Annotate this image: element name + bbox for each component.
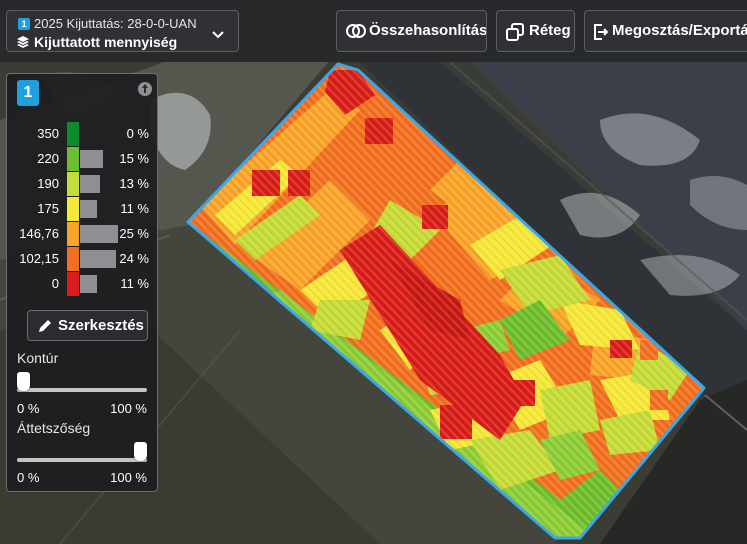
legend-share-bar xyxy=(80,150,103,168)
legend-value-label: 175 xyxy=(37,201,59,216)
compare-icon xyxy=(346,24,366,38)
legend-percent-label: 11 % xyxy=(120,276,149,291)
chevron-down-icon xyxy=(212,26,224,44)
legend-percent-label: 25 % xyxy=(119,226,149,241)
legend-value-label: 190 xyxy=(37,176,59,191)
legend-share-bar xyxy=(80,175,100,193)
opacity-max-label: 100 % xyxy=(110,470,147,485)
share-export-button[interactable]: Megosztás/Exportálás xyxy=(584,10,747,52)
legend-row: 350 0 % xyxy=(7,122,159,146)
legend-color-swatch xyxy=(67,197,79,221)
legend-row: 175 11 % xyxy=(7,197,159,221)
legend-value-label: 350 xyxy=(37,126,59,141)
layer-button-label: Réteg xyxy=(529,22,571,39)
contour-slider-thumb[interactable] xyxy=(17,372,30,391)
opacity-min-label: 0 % xyxy=(17,470,40,485)
edit-button[interactable]: Szerkesztés xyxy=(27,310,148,341)
legend-row: 220 15 % xyxy=(7,147,159,171)
legend-value-label: 220 xyxy=(37,151,59,166)
legend-share-bar xyxy=(80,225,118,243)
contour-label: Kontúr xyxy=(17,350,59,366)
legend-color-swatch xyxy=(67,122,79,146)
layer-select-title: Kijuttatott mennyiség xyxy=(34,34,178,50)
edit-button-label: Szerkesztés xyxy=(58,317,144,334)
compare-button-label: Összehasonlítás xyxy=(369,22,487,39)
legend-value-label: 102,15 xyxy=(19,251,59,266)
copy-layer-icon xyxy=(506,23,524,41)
legend-share-bar xyxy=(80,200,97,218)
layer-button[interactable]: Réteg xyxy=(496,10,575,52)
legend-value-label: 0 xyxy=(51,276,59,291)
layers-icon xyxy=(17,35,29,53)
legend-layer-badge: 1 xyxy=(17,80,39,106)
legend-share-bar xyxy=(80,275,97,293)
legend-color-swatch xyxy=(67,172,79,196)
pencil-icon xyxy=(39,320,51,332)
legend-color-swatch xyxy=(67,147,79,171)
layer-select[interactable]: 1 2025 Kijuttatás: 28-0-0-UAN Kijuttatot… xyxy=(6,10,239,52)
export-icon xyxy=(594,24,609,40)
legend-panel: 1 350 0 % 220 15 % 190 13 % 175 11 % 146,76 25 % 1… xyxy=(6,73,158,492)
layer-select-subtitle: 2025 Kijuttatás: 28-0-0-UAN xyxy=(34,16,197,31)
opacity-slider[interactable] xyxy=(17,442,147,462)
legend-value-label: 146,76 xyxy=(19,226,59,241)
legend-color-swatch xyxy=(67,222,79,246)
legend-percent-label: 0 % xyxy=(126,126,149,141)
legend-percent-label: 24 % xyxy=(119,251,149,266)
legend-row: 102,15 24 % xyxy=(7,247,159,271)
legend-color-swatch xyxy=(67,247,79,271)
top-toolbar: 1 2025 Kijuttatás: 28-0-0-UAN Kijuttatot… xyxy=(0,0,747,62)
opacity-slider-thumb[interactable] xyxy=(134,442,147,461)
contour-min-label: 0 % xyxy=(17,401,40,416)
contour-max-label: 100 % xyxy=(110,401,147,416)
legend-percent-label: 13 % xyxy=(119,176,149,191)
pin-icon[interactable] xyxy=(137,81,153,102)
compare-button[interactable]: Összehasonlítás xyxy=(336,10,487,52)
opacity-label: Áttetszőség xyxy=(17,420,91,436)
layer-number-badge: 1 xyxy=(18,18,30,30)
legend-share-bar xyxy=(80,250,117,268)
legend-row: 0 11 % xyxy=(7,272,159,296)
legend-percent-label: 15 % xyxy=(119,151,149,166)
legend-row: 190 13 % xyxy=(7,172,159,196)
share-export-button-label: Megosztás/Exportálás xyxy=(612,22,747,39)
legend-color-swatch xyxy=(67,272,79,296)
legend-row: 146,76 25 % xyxy=(7,222,159,246)
legend-percent-label: 11 % xyxy=(120,201,149,216)
contour-slider[interactable] xyxy=(17,372,147,392)
